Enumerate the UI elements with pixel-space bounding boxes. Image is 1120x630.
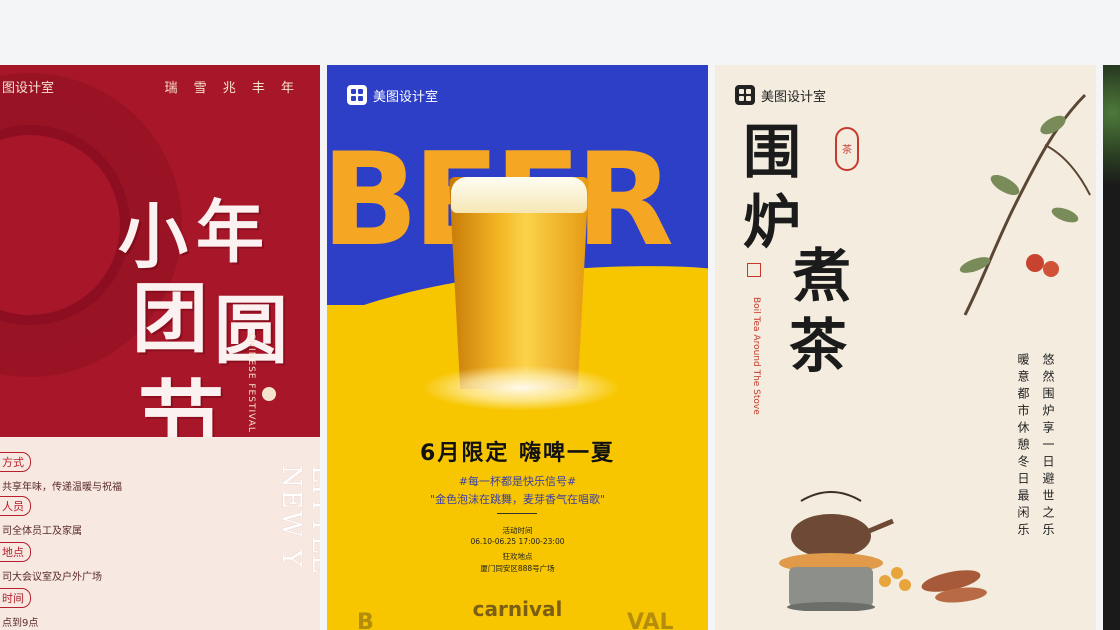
poem-line: 暖意都市休憩冬日最闲乐 [1016,353,1030,540]
beer-splash [421,365,621,411]
info-text: 点到9点 [2,618,39,629]
template-card-beer[interactable]: BEER 美图设计室 6月限定 嗨啤一夏 #每一杯都是快乐信号# "金色泡沫在跳… [327,65,708,630]
partial-poster-image [1103,65,1120,185]
snacks-illustration [879,567,987,603]
info-text: 司大会议室及户外广场 [2,572,102,583]
brand-logo: 美图设计室 [347,85,438,105]
persimmon-branch-illustration [959,93,1091,316]
place-label: 狂欢地点 [502,552,533,561]
info-tag: 方式 [0,452,31,472]
ghost-english-text: LITTLE NEW Y [276,465,320,576]
small-seal-icon [747,263,761,277]
brand-label: 美图设计室 [761,89,827,105]
tea-seal-icon: 茶 [835,127,859,171]
divider [497,513,537,514]
template-card-partial[interactable] [1103,65,1120,630]
top-bar [0,0,1120,64]
place-value: 厦门同安区888号广场 [480,564,555,573]
info-tag: 人员 [0,496,31,516]
info-text: 司全体员工及家属 [2,526,82,537]
info-tag: 时间 [0,588,31,608]
brand-label: 图设计室 [2,81,55,96]
poster-hashtag: #每一杯都是快乐信号# [458,475,577,488]
festival-english: CHINESE FESTIVAL [246,333,256,433]
poster-info-panel: 方式 共享年味，传递温暖与祝福 人员 司全体员工及家属 地点 司大会议室及户外广… [0,437,320,630]
title-char: 围 [743,118,802,186]
info-row: 地点 司大会议室及户外广场 [0,541,102,583]
info-row: 时间 点到9点 [0,587,38,629]
seal-icon [262,387,276,401]
peony-decoration [0,125,130,325]
english-subtitle: Boil Tea Around The Stove [751,297,761,415]
time-value: 06.10-06.25 17:00-23:00 [470,537,565,546]
beer-foam [451,177,587,213]
template-card-tea[interactable]: 美图设计室 围 炉 煮 茶 茶 Boil Tea Around The Stov… [715,65,1096,630]
template-card-little-new-year[interactable]: 图设计室 瑞 雪 兆 丰 年 小 年 团 圆 节 CHINESE FESTIVA… [0,65,320,630]
partial-word-left: B [357,610,374,630]
info-tag: 地点 [0,542,31,562]
time-label: 活动时间 [502,526,533,535]
poster-top-panel: 图设计室 瑞 雪 兆 丰 年 小 年 团 圆 节 CHINESE FESTIVA… [0,65,320,472]
brand-label: 美图设计室 [373,89,439,105]
poem-line: 悠然围炉享一日避世之乐 [1041,353,1055,540]
brand-logo: 美图设计室 [735,85,826,105]
brand-logo-icon [347,85,367,105]
poster-headline: 6月限定 嗨啤一夏 [420,441,615,466]
info-text: 共享年味，传递温暖与祝福 [2,482,122,493]
brand-logo-icon [735,85,755,105]
poster-quote: "金色泡沫在跳舞，麦芽香气在唱歌" [429,493,606,506]
partial-word-right: VAL [627,610,674,630]
info-row: 人员 司全体员工及家属 [0,495,82,537]
info-row: 方式 共享年味，传递温暖与祝福 [0,451,122,493]
title-char: 煮 [793,242,852,310]
title-char: 茶 [789,312,848,380]
poster-slogan: 瑞 雪 兆 丰 年 [164,81,300,96]
